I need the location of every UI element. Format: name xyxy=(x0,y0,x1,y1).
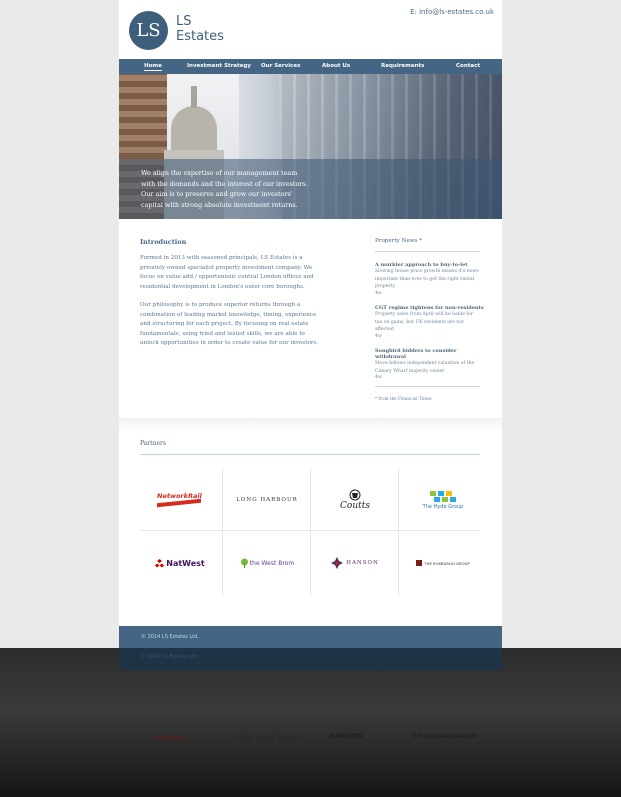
nav-contact[interactable]: Contact xyxy=(456,63,480,69)
intro-line: residential development in London's oute… xyxy=(140,283,305,290)
section-separator xyxy=(119,418,502,432)
nav-requirements[interactable]: Requirements xyxy=(381,63,424,69)
intro-paragraph-2: Our philosophy is to produce superior re… xyxy=(140,301,340,349)
hero-cathedral-dome xyxy=(171,106,217,150)
news-item-age: 4w xyxy=(375,290,382,296)
reflection-natwest: NatWest xyxy=(153,734,187,742)
intro-line: focus on value add / opportunistic centr… xyxy=(140,274,314,281)
longharbour-logo-text: LONG HARBOUR xyxy=(236,497,298,503)
coutts-logo-text: Coutts xyxy=(340,501,370,511)
email-link[interactable]: E: info@ls-estates.co.uk xyxy=(410,8,494,16)
logo-line-1: LS xyxy=(176,14,192,29)
partner-logo-hyde[interactable]: The Hyde Group xyxy=(399,468,487,532)
news-item-age: 4w xyxy=(375,375,382,381)
news-item-text: Slowing house price growth means it's mo… xyxy=(375,269,479,274)
hero-banner: We align the expertise of our management… xyxy=(119,74,502,219)
intro-line: fundamentals, using tried and tested ski… xyxy=(140,330,305,337)
roxburgh-mark-icon xyxy=(416,560,423,566)
hanson-logo-text: HANSON xyxy=(346,560,379,566)
news-divider-bottom xyxy=(375,386,480,387)
intro-line: Our philosophy is to produce superior re… xyxy=(140,302,301,308)
partners-title: Partners xyxy=(140,440,166,447)
partner-logo-hanson[interactable]: HANSON xyxy=(311,531,399,595)
nav-about-us[interactable]: About Us xyxy=(322,63,350,69)
news-item-text: Property sales from April will be liable… xyxy=(375,312,474,317)
footer-reflection: © 2014 LS Estates Ltd. xyxy=(119,648,502,670)
coutts-crest-icon xyxy=(349,489,361,501)
westbrom-tree-icon xyxy=(240,558,248,568)
news-item-title[interactable]: Songbird bidders to consider withdrawal xyxy=(375,348,485,360)
intro-line: unlock opportunities in order to create … xyxy=(140,340,319,347)
header: LS LS Estates E: info@ls-estates.co.uk xyxy=(119,0,502,59)
partner-logo-roxburgh[interactable]: THE ROXBURGH GROUP xyxy=(399,531,487,595)
logo-mark-letters: LS xyxy=(136,20,161,41)
main-nav: Home Investment Strategy Our Services Ab… xyxy=(119,59,502,74)
hero-caption: We align the expertise of our management… xyxy=(141,168,331,210)
hero-caption-line: Our aim is to preserve and grow our inve… xyxy=(141,190,293,199)
news-item-text: affected xyxy=(375,327,394,333)
hyde-group-icon xyxy=(430,491,456,502)
roxburgh-logo-text: THE ROXBURGH GROUP xyxy=(424,560,470,566)
hyde-logo-text: The Hyde Group xyxy=(422,504,464,510)
nav-home[interactable]: Home xyxy=(144,63,162,71)
partner-logos-reflection: NatWest the West Brom HANSON THE ROXBURG… xyxy=(119,700,502,780)
intro-line: and structuring for each project. By foc… xyxy=(140,321,309,328)
news-item-text: important than ever to get the right ren… xyxy=(375,276,475,282)
hanson-star-icon xyxy=(331,557,344,569)
partners-divider xyxy=(140,454,480,455)
natwest-cubes-icon xyxy=(155,558,165,567)
news-item-text: tax on gains, but UK residents are not xyxy=(375,319,464,325)
news-title: Property News * xyxy=(375,238,422,244)
news-item[interactable]: Songbird bidders to consider withdrawal … xyxy=(375,348,485,380)
news-item[interactable]: A murkier approach to buy-to-let Slowing… xyxy=(375,262,485,296)
westbrom-logo-text: the West Brom xyxy=(249,559,295,567)
hero-caption-line: capital with strong absolute investment … xyxy=(141,200,298,209)
news-item-text: Canary Wharf majority owner xyxy=(375,368,445,374)
reflection-roxburgh: THE ROXBURGH GROUP xyxy=(411,734,478,740)
partner-logo-longharbour[interactable]: LONG HARBOUR xyxy=(223,468,311,532)
nav-our-services[interactable]: Our Services xyxy=(261,63,300,69)
news-item-age: 4w xyxy=(375,333,382,339)
hero-caption-line: with the demands and the interest of our… xyxy=(141,179,308,188)
natwest-logo-text: NatWest xyxy=(166,558,205,568)
nav-investment-strategy[interactable]: Investment Strategy xyxy=(187,63,251,69)
intro-line: privately owned specialist property inve… xyxy=(140,264,313,271)
page-container: LS LS Estates E: info@ls-estates.co.uk H… xyxy=(119,0,502,648)
logo-text[interactable]: LS Estates xyxy=(176,14,224,44)
intro-line: Formed in 2013 with seasoned principals,… xyxy=(140,255,303,261)
news-item-text: Move follows independent valuation of th… xyxy=(375,361,475,366)
footer-reflection-text: © 2014 LS Estates Ltd. xyxy=(141,654,199,660)
reflection-westbrom: the West Brom xyxy=(239,734,298,742)
news-divider-top xyxy=(375,251,480,252)
hero-cathedral-lantern xyxy=(191,86,197,108)
footer: © 2014 LS Estates Ltd. xyxy=(119,626,502,648)
partner-logo-natwest[interactable]: NatWest xyxy=(136,531,224,595)
partner-logo-coutts[interactable]: Coutts xyxy=(311,468,399,532)
intro-title: Introduction xyxy=(140,238,187,246)
news-source: * from the Financial Times xyxy=(375,396,432,401)
footer-copyright: © 2014 LS Estates Ltd. xyxy=(141,634,199,640)
logo-line-2: Estates xyxy=(176,29,224,44)
logo-mark[interactable]: LS xyxy=(129,11,168,50)
reflection-hanson: HANSON xyxy=(329,732,363,740)
news-item[interactable]: CGT regime tightens for non-residents Pr… xyxy=(375,305,485,339)
intro-line: combination of leading market knowledge,… xyxy=(140,311,317,318)
news-item-text: property xyxy=(375,284,396,290)
hero-caption-line: We align the expertise of our management… xyxy=(141,169,298,177)
partner-logo-westbrom[interactable]: the West Brom xyxy=(223,531,311,595)
intro-paragraph-1: Formed in 2013 with seasoned principals,… xyxy=(140,254,340,292)
partner-logo-networkrail[interactable]: NetworkRail xyxy=(136,468,224,532)
